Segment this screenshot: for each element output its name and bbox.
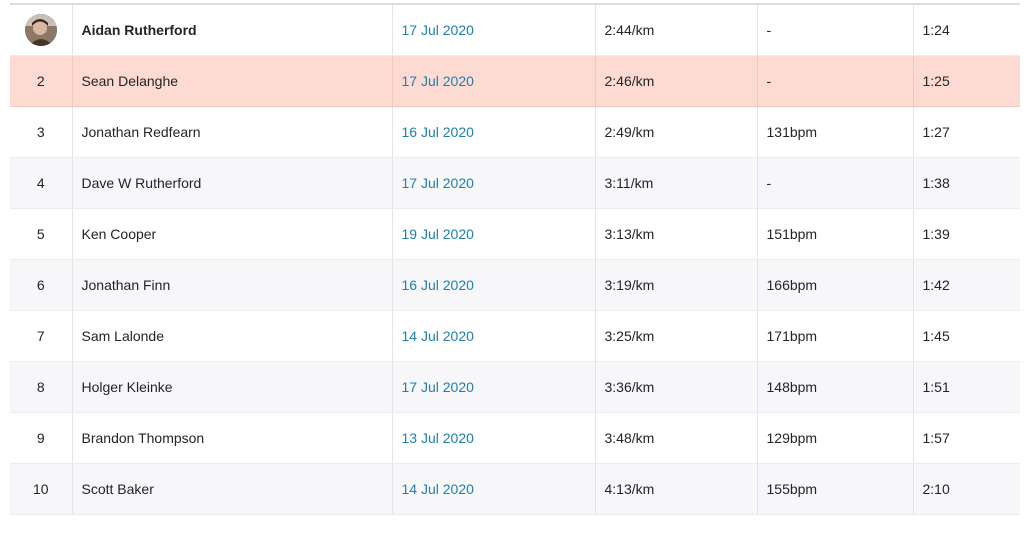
athlete-avatar-icon[interactable] xyxy=(24,14,57,46)
rank-cell: 8 xyxy=(10,361,73,413)
rank-cell: 5 xyxy=(10,208,73,260)
athlete-name[interactable]: Jonathan Redfearn xyxy=(72,106,393,158)
effort-date-link[interactable]: 17 Jul 2020 xyxy=(402,379,474,395)
leaderboard-row[interactable]: 6 Jonathan Finn 16 Jul 2020 3:19/km 166b… xyxy=(10,259,1020,311)
effort-date-link[interactable]: 14 Jul 2020 xyxy=(402,481,474,497)
effort-date-link[interactable]: 14 Jul 2020 xyxy=(402,328,474,344)
effort-date-cell: 17 Jul 2020 xyxy=(392,157,596,209)
effort-date-link[interactable]: 19 Jul 2020 xyxy=(402,226,474,242)
pace-cell: 3:36/km xyxy=(595,361,758,413)
pace-cell: 2:49/km xyxy=(595,106,758,158)
pace-cell: 3:19/km xyxy=(595,259,758,311)
rank-cell: 3 xyxy=(10,106,73,158)
leaderboard-row[interactable]: 9 Brandon Thompson 13 Jul 2020 3:48/km 1… xyxy=(10,412,1020,464)
rank-cell: 7 xyxy=(10,310,73,362)
time-cell: 1:45 xyxy=(913,310,1020,362)
effort-date-link[interactable]: 16 Jul 2020 xyxy=(402,277,474,293)
heart-rate-cell: 151bpm xyxy=(757,208,914,260)
heart-rate-cell: - xyxy=(757,5,914,56)
athlete-name[interactable]: Dave W Rutherford xyxy=(72,157,393,209)
effort-date-cell: 16 Jul 2020 xyxy=(392,106,596,158)
effort-date-cell: 13 Jul 2020 xyxy=(392,412,596,464)
effort-date-link[interactable]: 13 Jul 2020 xyxy=(402,430,474,446)
effort-date-cell: 17 Jul 2020 xyxy=(392,361,596,413)
leaderboard-table: Aidan Rutherford 17 Jul 2020 2:44/km - 1… xyxy=(10,5,1020,515)
rank-cell: 6 xyxy=(10,259,73,311)
athlete-name[interactable]: Jonathan Finn xyxy=(72,259,393,311)
effort-date-link[interactable]: 16 Jul 2020 xyxy=(402,124,474,140)
heart-rate-cell: 131bpm xyxy=(757,106,914,158)
athlete-name[interactable]: Sam Lalonde xyxy=(72,310,393,362)
pace-cell: 3:11/km xyxy=(595,157,758,209)
leaderboard-row[interactable]: 4 Dave W Rutherford 17 Jul 2020 3:11/km … xyxy=(10,157,1020,209)
effort-date-cell: 16 Jul 2020 xyxy=(392,259,596,311)
rank-cell: 10 xyxy=(10,463,73,515)
time-cell: 1:25 xyxy=(913,55,1020,107)
time-cell: 1:51 xyxy=(913,361,1020,413)
pace-cell: 4:13/km xyxy=(595,463,758,515)
time-cell: 1:42 xyxy=(913,259,1020,311)
leaderboard-row-highlighted[interactable]: 2 Sean Delanghe 17 Jul 2020 2:46/km - 1:… xyxy=(10,55,1020,107)
athlete-name[interactable]: Brandon Thompson xyxy=(72,412,393,464)
time-cell: 1:38 xyxy=(913,157,1020,209)
heart-rate-cell: - xyxy=(757,157,914,209)
time-cell: 2:10 xyxy=(913,463,1020,515)
leaderboard-row[interactable]: 7 Sam Lalonde 14 Jul 2020 3:25/km 171bpm… xyxy=(10,310,1020,362)
time-cell: 1:27 xyxy=(913,106,1020,158)
heart-rate-cell: 155bpm xyxy=(757,463,914,515)
leaderboard-row[interactable]: 8 Holger Kleinke 17 Jul 2020 3:36/km 148… xyxy=(10,361,1020,413)
heart-rate-cell: 148bpm xyxy=(757,361,914,413)
athlete-name[interactable]: Holger Kleinke xyxy=(72,361,393,413)
heart-rate-cell: 171bpm xyxy=(757,310,914,362)
effort-date-cell: 19 Jul 2020 xyxy=(392,208,596,260)
effort-date-link[interactable]: 17 Jul 2020 xyxy=(402,22,474,38)
pace-cell: 2:46/km xyxy=(595,55,758,107)
rank-cell: 9 xyxy=(10,412,73,464)
rank-cell: 4 xyxy=(10,157,73,209)
time-cell: 1:39 xyxy=(913,208,1020,260)
heart-rate-cell: - xyxy=(757,55,914,107)
leaderboard-row[interactable]: 5 Ken Cooper 19 Jul 2020 3:13/km 151bpm … xyxy=(10,208,1020,260)
pace-cell: 3:48/km xyxy=(595,412,758,464)
rank-cell: 2 xyxy=(10,55,73,107)
athlete-name[interactable]: Scott Baker xyxy=(72,463,393,515)
time-cell: 1:24 xyxy=(913,5,1020,56)
segment-leaderboard: Aidan Rutherford 17 Jul 2020 2:44/km - 1… xyxy=(10,3,1020,515)
athlete-name[interactable]: Sean Delanghe xyxy=(72,55,393,107)
heart-rate-cell: 129bpm xyxy=(757,412,914,464)
time-cell: 1:57 xyxy=(913,412,1020,464)
effort-date-cell: 14 Jul 2020 xyxy=(392,463,596,515)
effort-date-cell: 17 Jul 2020 xyxy=(392,55,596,107)
effort-date-link[interactable]: 17 Jul 2020 xyxy=(402,175,474,191)
heart-rate-cell: 166bpm xyxy=(757,259,914,311)
athlete-name[interactable]: Ken Cooper xyxy=(72,208,393,260)
effort-date-cell: 17 Jul 2020 xyxy=(392,5,596,56)
leaderboard-row[interactable]: 3 Jonathan Redfearn 16 Jul 2020 2:49/km … xyxy=(10,106,1020,158)
pace-cell: 2:44/km xyxy=(595,5,758,56)
effort-date-cell: 14 Jul 2020 xyxy=(392,310,596,362)
athlete-name[interactable]: Aidan Rutherford xyxy=(72,5,393,56)
pace-cell: 3:25/km xyxy=(595,310,758,362)
pace-cell: 3:13/km xyxy=(595,208,758,260)
rank-cell xyxy=(10,5,73,56)
effort-date-link[interactable]: 17 Jul 2020 xyxy=(402,73,474,89)
leaderboard-row[interactable]: 10 Scott Baker 14 Jul 2020 4:13/km 155bp… xyxy=(10,463,1020,515)
leaderboard-row-current-athlete[interactable]: Aidan Rutherford 17 Jul 2020 2:44/km - 1… xyxy=(10,5,1020,56)
